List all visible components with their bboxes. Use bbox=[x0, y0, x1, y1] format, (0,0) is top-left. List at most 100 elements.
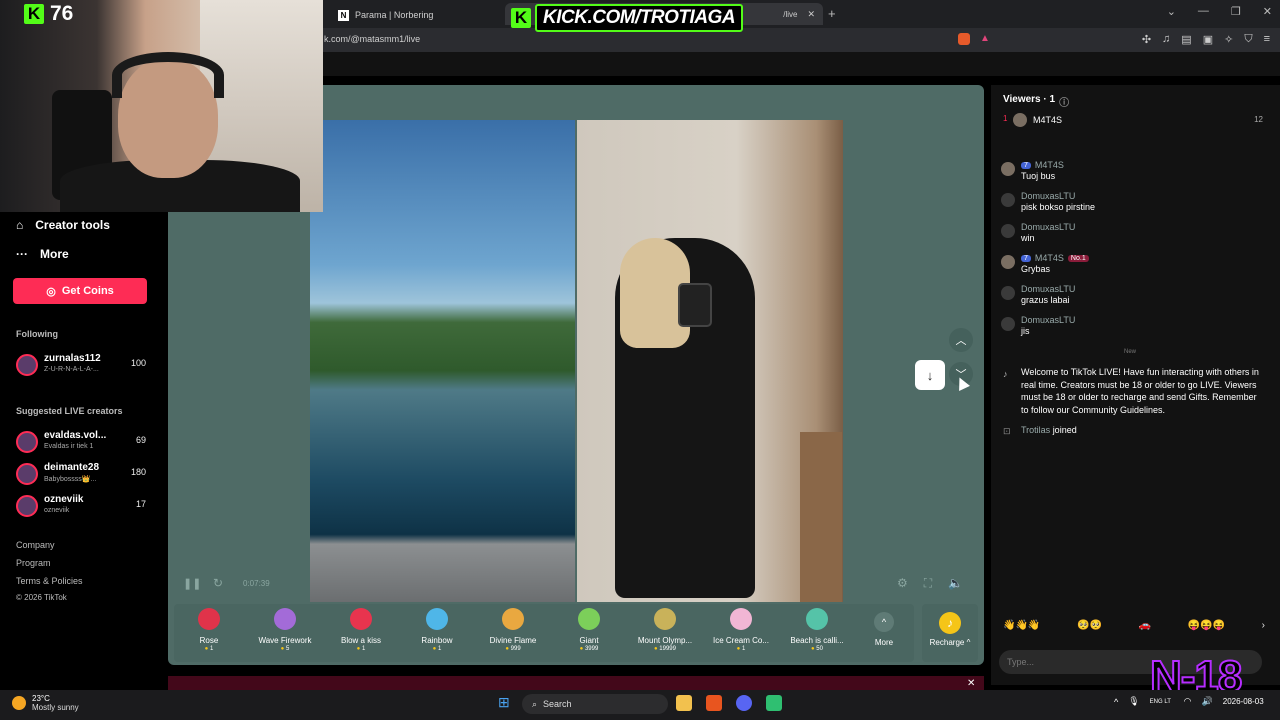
download-button[interactable]: ↓ bbox=[915, 360, 945, 390]
get-coins-button[interactable]: ◎ Get Coins bbox=[13, 278, 147, 304]
avatar bbox=[1001, 162, 1015, 176]
tab-search-icon[interactable]: ⌄ bbox=[1167, 5, 1176, 18]
url-field[interactable]: k.com/@matasmm1/live bbox=[324, 34, 420, 44]
username[interactable]: M4T4S bbox=[1035, 253, 1064, 263]
footer-company[interactable]: Company bbox=[16, 540, 55, 550]
gift-item[interactable]: Rose 1 bbox=[172, 608, 246, 652]
footer-terms[interactable]: Terms & Policies bbox=[16, 576, 83, 586]
top-viewer-row[interactable]: 1 M4T4S 12 bbox=[1003, 112, 1263, 130]
joined-username[interactable]: Trotilas bbox=[1021, 425, 1050, 435]
volume-icon[interactable]: 🔈 bbox=[948, 576, 963, 591]
gift-item[interactable]: Ice Cream Co... 1 bbox=[704, 608, 778, 652]
more-gifts-button[interactable]: ^ More bbox=[864, 612, 904, 647]
sidebar-icon[interactable]: ▤ bbox=[1181, 33, 1191, 46]
minimize-button[interactable]: — bbox=[1198, 5, 1209, 18]
firework-gift-icon bbox=[274, 608, 296, 630]
tab-label: Parama | Norbering bbox=[355, 10, 434, 20]
username[interactable]: DomuxasLTU bbox=[1021, 222, 1075, 232]
avatar bbox=[16, 431, 38, 453]
gift-item[interactable]: Wave Firework 5 bbox=[248, 608, 322, 652]
weather-widget[interactable]: 23°C Mostly sunny bbox=[12, 694, 79, 712]
refresh-icon[interactable]: ↻ bbox=[213, 576, 223, 590]
brave-shield-icon[interactable] bbox=[958, 33, 970, 45]
volume-icon[interactable]: 🔊 bbox=[1202, 696, 1213, 707]
level-badge: 7 bbox=[1021, 161, 1031, 169]
microphone-icon[interactable]: 🎙 bbox=[1128, 696, 1139, 707]
following-creator[interactable]: zurnalas112 Z-U-R-N-A-L-A-... 100 bbox=[16, 352, 146, 378]
creator-tools-label: Creator tools bbox=[35, 218, 110, 232]
chat-text: Tuoj bus bbox=[1021, 171, 1056, 181]
more-label: More bbox=[40, 247, 69, 261]
coin-icon: ♪ bbox=[939, 612, 961, 634]
discord-icon[interactable] bbox=[736, 695, 752, 711]
new-tab-button[interactable]: + bbox=[828, 6, 836, 21]
gift-item[interactable]: Giant 3999 bbox=[552, 608, 626, 652]
wifi-icon[interactable]: ◠ bbox=[1184, 696, 1192, 707]
more-link[interactable]: ··· More bbox=[16, 247, 69, 261]
banner-close-icon[interactable]: ✕ bbox=[967, 678, 975, 689]
gift-item[interactable]: Mount Olymp... 19999 bbox=[628, 608, 702, 652]
search-icon: ⌕ bbox=[532, 698, 538, 709]
menu-icon[interactable]: ≡ bbox=[1264, 33, 1270, 46]
gift-price: 1 bbox=[704, 646, 778, 652]
taskbar-search[interactable]: ⌕ Search bbox=[522, 694, 668, 714]
emoji-next-icon[interactable]: › bbox=[1262, 620, 1265, 631]
emoji-pleading[interactable]: 🥺🥺 bbox=[1077, 620, 1102, 631]
username[interactable]: M4T4S bbox=[1035, 160, 1064, 170]
tab-parama[interactable]: N Parama | Norbering bbox=[330, 4, 500, 26]
viewer-rank: 1 bbox=[1003, 114, 1008, 123]
emoji-tongue[interactable]: 😝😝😝 bbox=[1188, 620, 1225, 631]
gift-item[interactable]: Rainbow 1 bbox=[400, 608, 474, 652]
username[interactable]: DomuxasLTU bbox=[1021, 191, 1075, 201]
chat-text: win bbox=[1021, 233, 1035, 243]
gift-name: Beach is calli... bbox=[790, 636, 844, 645]
kick-logo-icon: K bbox=[511, 8, 531, 28]
viewers-heading[interactable]: Viewers · 1 ⓘ bbox=[1003, 94, 1069, 109]
vpn-icon[interactable]: ⛉ bbox=[1244, 33, 1252, 46]
extensions-icon[interactable]: ✣ bbox=[1142, 33, 1151, 46]
gift-item[interactable]: Divine Flame 999 bbox=[476, 608, 550, 652]
emoji-car[interactable]: 🚗 bbox=[1139, 620, 1151, 631]
wallet-icon[interactable]: ▣ bbox=[1203, 33, 1213, 46]
settings-icon[interactable]: ⚙ bbox=[897, 576, 908, 591]
video-shelf bbox=[800, 432, 842, 602]
footer-program[interactable]: Program bbox=[16, 558, 51, 568]
recharge-button[interactable]: ♪ Recharge ^ bbox=[922, 604, 978, 662]
suggested-creator[interactable]: evaldas.vol... Evaldas ir tiek 1 69 bbox=[16, 429, 146, 455]
leo-icon[interactable]: ✧ bbox=[1224, 33, 1233, 46]
gift-price: 1 bbox=[400, 646, 474, 652]
toolbar-icons: ✣ ♫ ▤ ▣ ✧ ⛉ ≡ bbox=[1142, 33, 1270, 46]
username[interactable]: DomuxasLTU bbox=[1021, 284, 1075, 294]
suggested-creator[interactable]: ozneviik ozneviik 17 bbox=[16, 493, 146, 519]
brave-rewards-icon[interactable]: ▲ bbox=[980, 33, 990, 44]
obs-icon[interactable] bbox=[766, 695, 782, 711]
maximize-button[interactable]: ❐ bbox=[1231, 5, 1241, 18]
emoji-wave[interactable]: 👋👋👋 bbox=[1003, 620, 1040, 631]
info-icon[interactable]: ⓘ bbox=[1059, 94, 1069, 109]
windows-start-icon[interactable]: ⊞ bbox=[498, 694, 510, 711]
gift-item[interactable]: Blow a kiss 1 bbox=[324, 608, 398, 652]
file-explorer-icon[interactable] bbox=[676, 695, 692, 711]
creator-tools-link[interactable]: ⌂ Creator tools bbox=[16, 218, 110, 232]
join-message: Trotilas joined bbox=[1021, 425, 1077, 435]
username[interactable]: DomuxasLTU bbox=[1021, 315, 1075, 325]
pause-icon[interactable]: ❚❚ bbox=[183, 577, 201, 590]
gift-item[interactable]: Beach is calli... 50 bbox=[780, 608, 854, 652]
tab-close-button[interactable]: ✕ bbox=[807, 9, 815, 20]
brave-browser-icon[interactable] bbox=[706, 695, 722, 711]
suggested-creator[interactable]: deimante28 Babybossss👑... 180 bbox=[16, 461, 146, 487]
avatar bbox=[1001, 224, 1015, 238]
close-window-button[interactable]: ✕ bbox=[1263, 5, 1272, 18]
kick-count: 76 bbox=[50, 2, 74, 25]
clock-date[interactable]: 2026-08-03 bbox=[1223, 697, 1264, 706]
language-indicator[interactable]: ENG LT bbox=[1150, 699, 1174, 705]
mount-olympus-gift-icon bbox=[654, 608, 676, 630]
home-icon: ⌂ bbox=[16, 218, 24, 232]
creator-name: ozneviik bbox=[44, 494, 84, 505]
fullscreen-icon[interactable]: ⛶ bbox=[924, 576, 932, 591]
gift-name: Divine Flame bbox=[489, 636, 537, 645]
chevron-up-icon[interactable]: ^ bbox=[1114, 697, 1118, 707]
media-icon[interactable]: ♫ bbox=[1162, 33, 1170, 46]
gift-price: 50 bbox=[780, 646, 854, 652]
previous-live-button[interactable]: ︿ bbox=[949, 328, 973, 352]
